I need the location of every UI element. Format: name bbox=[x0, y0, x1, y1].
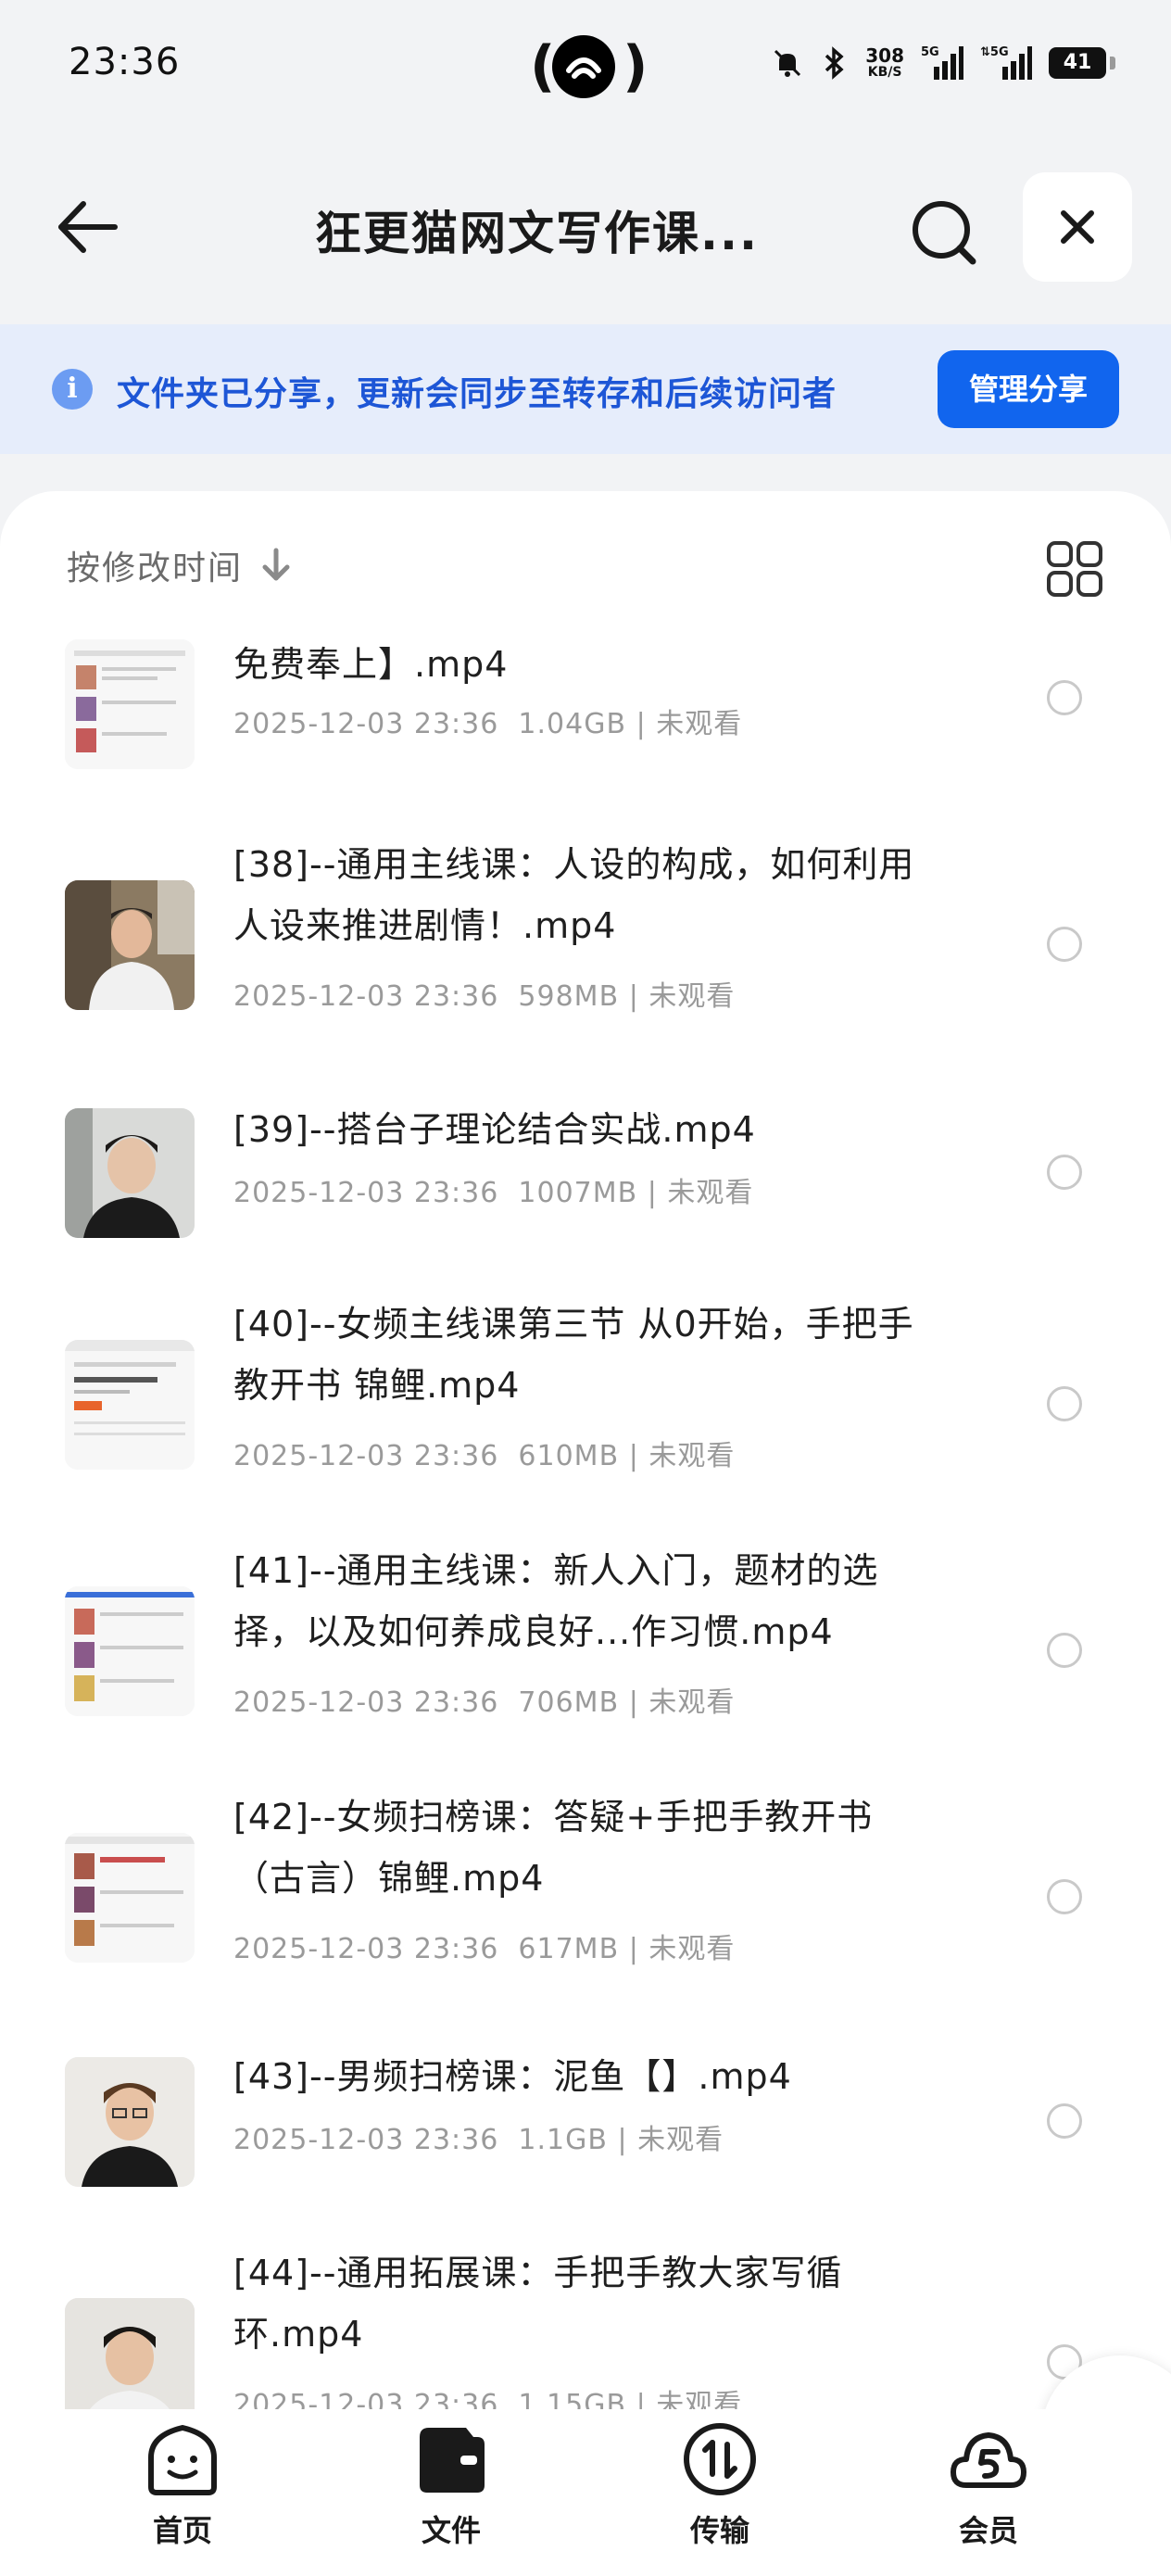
grid-view-icon bbox=[1047, 541, 1102, 597]
nav-item-home[interactable]: 首页 bbox=[104, 2420, 261, 2559]
file-name: [44]--通用拓展课：手把手教大家写循环.mp4 bbox=[233, 2253, 843, 2355]
home-face-icon bbox=[148, 2425, 217, 2495]
file-name: [38]--通用主线课：人设的构成，如何利用人设来推进剧情！.mp4 bbox=[233, 844, 915, 946]
sort-control[interactable]: 按修改时间 bbox=[67, 541, 293, 589]
video-thumbnail bbox=[65, 2298, 195, 2428]
svg-text:5G: 5G bbox=[921, 45, 939, 59]
video-thumbnail bbox=[65, 1340, 195, 1470]
nav-item-vip[interactable]: 会员 bbox=[910, 2420, 1067, 2559]
file-name: 免费奉上】.mp4 bbox=[233, 644, 509, 685]
video-thumbnail bbox=[65, 2057, 195, 2187]
header: 狂更猫网文写作课... bbox=[0, 139, 1171, 324]
select-radio[interactable] bbox=[1047, 1633, 1082, 1668]
bottom-nav: 首页 文件 传输 会员 bbox=[0, 2409, 1171, 2576]
nav-label-vip: 会员 bbox=[958, 2513, 1018, 2548]
file-meta: 2025-12-03 23:36 1.1GB | 未观看 bbox=[233, 2124, 724, 2156]
select-radio[interactable] bbox=[1047, 680, 1082, 715]
file-name: [42]--女频扫榜课：答疑+手把手教开书（古言）锦鲤.mp4 bbox=[233, 1797, 874, 1899]
status-time: 23:36 bbox=[69, 41, 181, 83]
video-thumbnail bbox=[65, 1108, 195, 1238]
nav-label-home: 首页 bbox=[152, 2513, 212, 2548]
nav-label-files: 文件 bbox=[421, 2513, 481, 2548]
status-bar: 23:36 ( ) 308 KB/S 5G ⇅5G 41 bbox=[0, 0, 1171, 139]
manage-share-button[interactable]: 管理分享 bbox=[938, 350, 1119, 428]
video-thumbnail bbox=[65, 1586, 195, 1716]
file-name: [43]--男频扫榜课：泥鱼【】.mp4 bbox=[233, 2056, 792, 2097]
file-meta: 2025-12-03 23:36 1.04GB | 未观看 bbox=[233, 708, 743, 740]
bluetooth-icon bbox=[825, 46, 844, 80]
search-button[interactable] bbox=[899, 187, 991, 280]
transfer-icon bbox=[684, 2423, 756, 2495]
file-row[interactable]: [38]--通用主线课：人设的构成，如何利用人设来推进剧情！.mp4 2025-… bbox=[0, 834, 1171, 1056]
file-row[interactable]: [44]--通用拓展课：手把手教大家写循环.mp4 2025-12-03 23:… bbox=[0, 2242, 1171, 2428]
file-meta: 2025-12-03 23:36 610MB | 未观看 bbox=[233, 1440, 736, 1472]
signal-5g-icon-2: ⇅5G bbox=[980, 45, 1032, 80]
close-button[interactable] bbox=[1023, 172, 1132, 282]
share-notice-banner: i 文件夹已分享，更新会同步至转存和后续访问者 管理分享 bbox=[0, 324, 1171, 454]
arrow-left-icon bbox=[58, 201, 118, 253]
file-row[interactable]: [41]--通用主线课：新人入门，题材的选择，以及如何养成良好...作习惯.mp… bbox=[0, 1540, 1171, 1762]
nav-item-transfer[interactable]: 传输 bbox=[641, 2420, 799, 2559]
mute-icon bbox=[774, 49, 801, 77]
hotspot-icon bbox=[552, 35, 615, 98]
info-icon: i bbox=[52, 369, 93, 410]
svg-text:⇅5G: ⇅5G bbox=[980, 45, 1009, 59]
select-radio[interactable] bbox=[1047, 2103, 1082, 2139]
sort-label: 按修改时间 bbox=[67, 549, 244, 587]
video-thumbnail bbox=[65, 1833, 195, 1963]
file-meta: 2025-12-03 23:36 1007MB | 未观看 bbox=[233, 1177, 754, 1209]
file-meta: 2025-12-03 23:36 617MB | 未观看 bbox=[233, 1933, 736, 1965]
vip-cloud-icon bbox=[951, 2432, 1026, 2488]
page-title: 狂更猫网文写作课... bbox=[315, 207, 759, 260]
wallet-folder-icon bbox=[420, 2428, 485, 2493]
search-icon bbox=[913, 201, 976, 265]
back-button[interactable] bbox=[46, 185, 130, 269]
select-radio[interactable] bbox=[1047, 927, 1082, 962]
file-meta: 2025-12-03 23:36 706MB | 未观看 bbox=[233, 1686, 736, 1719]
battery-indicator: 41 bbox=[1049, 47, 1115, 79]
file-row[interactable]: 免费奉上】.mp4 2025-12-03 23:36 1.04GB | 未观看 bbox=[0, 630, 1171, 778]
select-radio[interactable] bbox=[1047, 1879, 1082, 1914]
share-notice-text: 文件夹已分享，更新会同步至转存和后续访问者 bbox=[117, 375, 837, 413]
file-name: [39]--搭台子理论结合实战.mp4 bbox=[233, 1109, 756, 1150]
select-radio[interactable] bbox=[1047, 1155, 1082, 1190]
view-toggle-button[interactable] bbox=[1045, 539, 1104, 599]
close-icon bbox=[1061, 210, 1094, 244]
video-thumbnail bbox=[65, 880, 195, 1010]
file-row[interactable]: [42]--女频扫榜课：答疑+手把手教开书（古言）锦鲤.mp4 2025-12-… bbox=[0, 1787, 1171, 2009]
signal-5g-icon: 5G bbox=[921, 45, 963, 80]
nav-label-transfer: 传输 bbox=[689, 2513, 749, 2548]
file-row[interactable]: [40]--女频主线课第三节 从0开始，手把手教开书 锦鲤.mp4 2025-1… bbox=[0, 1294, 1171, 1516]
file-meta: 2025-12-03 23:36 598MB | 未观看 bbox=[233, 980, 736, 1013]
select-radio[interactable] bbox=[1047, 1386, 1082, 1421]
file-list-panel: 按修改时间 免费奉上】.mp4 2025-12-03 23:36 1.04GB … bbox=[0, 491, 1171, 2428]
arrow-down-icon bbox=[262, 548, 290, 581]
hotspot-indicator: ( ) bbox=[530, 34, 648, 99]
network-speed: 308 KB/S bbox=[865, 44, 904, 80]
file-name: [41]--通用主线课：新人入门，题材的选择，以及如何养成良好...作习惯.mp… bbox=[233, 1550, 879, 1652]
file-row[interactable]: [43]--男频扫榜课：泥鱼【】.mp4 2025-12-03 23:36 1.… bbox=[0, 2033, 1171, 2218]
video-thumbnail bbox=[65, 639, 195, 769]
file-name: [40]--女频主线课第三节 从0开始，手把手教开书 锦鲤.mp4 bbox=[233, 1304, 914, 1406]
nav-item-files[interactable]: 文件 bbox=[372, 2420, 530, 2559]
file-row[interactable]: [39]--搭台子理论结合实战.mp4 2025-12-03 23:36 100… bbox=[0, 1080, 1171, 1266]
